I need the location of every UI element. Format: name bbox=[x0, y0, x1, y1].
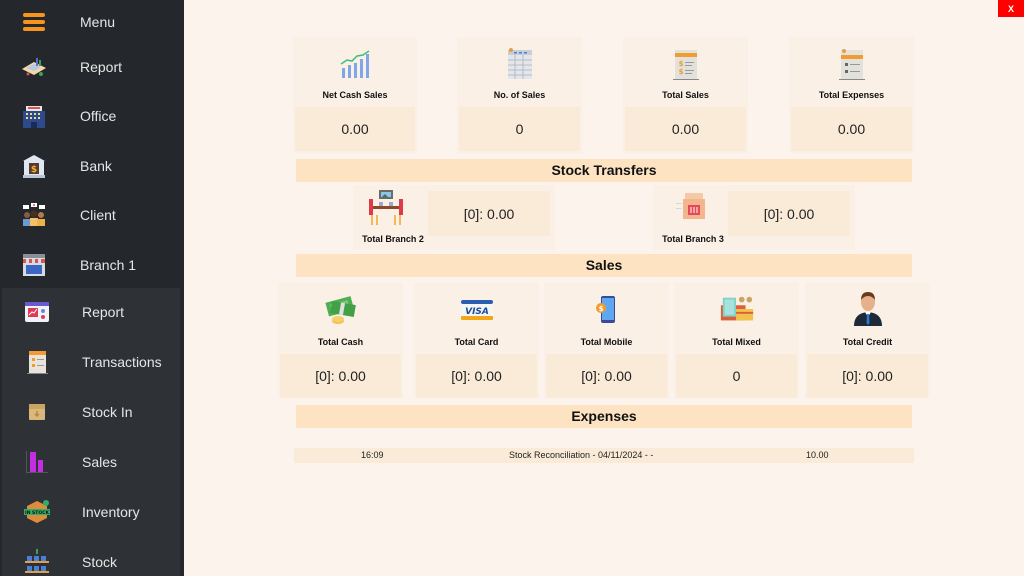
bar-chart-icon bbox=[23, 448, 51, 476]
growth-chart-icon bbox=[337, 47, 373, 83]
sidebar-subitem-report[interactable]: Report bbox=[2, 290, 180, 334]
transfer-card-branch-3: Total Branch 3 [0]: 0.00 bbox=[653, 185, 855, 250]
sidebar-item-label: Client bbox=[80, 207, 116, 223]
svg-text:VISA: VISA bbox=[465, 307, 489, 317]
card-value: [0]: 0.00 bbox=[546, 354, 667, 398]
section-header-sales: Sales bbox=[296, 254, 912, 277]
svg-text:$: $ bbox=[678, 60, 683, 68]
sidebar-item-label: Inventory bbox=[82, 504, 140, 520]
card-value: 0.00 bbox=[625, 107, 746, 151]
transfer-label: Total Branch 3 bbox=[662, 234, 724, 244]
sidebar-item-label: Transactions bbox=[82, 354, 162, 370]
sidebar-item-label: Office bbox=[80, 108, 117, 124]
sidebar-item-client[interactable]: Client bbox=[0, 193, 184, 237]
card-label: Total Mobile bbox=[580, 337, 633, 347]
card-value: [0]: 0.00 bbox=[280, 354, 401, 398]
inventory-stock-icon: IN STOCK bbox=[23, 498, 51, 526]
dining-table-icon bbox=[367, 189, 407, 227]
card-value: 0 bbox=[676, 354, 797, 398]
expense-time: 16:09 bbox=[361, 450, 384, 460]
client-group-icon bbox=[20, 201, 48, 229]
person-credit-icon bbox=[850, 290, 886, 326]
card-label: Total Expenses bbox=[818, 90, 885, 100]
sidebar-subitem-inventory[interactable]: IN STOCK Inventory bbox=[2, 490, 180, 534]
sales-card-total-mixed: Total Mixed 0 bbox=[674, 282, 799, 398]
section-header-stock-transfers: Stock Transfers bbox=[296, 159, 912, 182]
report-chart-icon bbox=[23, 298, 51, 326]
section-header-expenses: Expenses bbox=[296, 405, 912, 428]
box-icon bbox=[23, 398, 51, 426]
branch-submenu: Report Transactions Stock In Sales IN ST… bbox=[2, 288, 180, 576]
card-label: Total Cash bbox=[317, 337, 364, 347]
svg-text:IN STOCK: IN STOCK bbox=[25, 510, 49, 516]
sidebar-item-label: Sales bbox=[82, 454, 118, 470]
card-label: Net Cash Sales bbox=[322, 90, 388, 100]
sidebar-subitem-stock[interactable]: Stock bbox=[2, 540, 180, 576]
sidebar-subitem-sales[interactable]: Sales bbox=[2, 440, 180, 484]
office-building-icon bbox=[20, 102, 48, 130]
card-value: [0]: 0.00 bbox=[416, 354, 537, 398]
mixed-payment-icon bbox=[719, 292, 755, 328]
sales-card-total-cash: Total Cash [0]: 0.00 bbox=[278, 282, 403, 398]
invoice-dollar-icon: $ $ bbox=[668, 46, 704, 82]
sidebar-item-label: Bank bbox=[80, 158, 112, 174]
summary-card-total-sales: $ $ Total Sales 0.00 bbox=[623, 37, 748, 153]
store-icon bbox=[20, 251, 48, 279]
cash-icon bbox=[323, 292, 359, 328]
transfer-label: Total Branch 2 bbox=[362, 234, 424, 244]
sidebar-item-menu[interactable]: Menu bbox=[0, 0, 184, 44]
summary-card-no-of-sales: No. of Sales 0 bbox=[457, 37, 582, 153]
svg-text:$: $ bbox=[31, 165, 37, 175]
sidebar-item-label: Report bbox=[82, 304, 125, 320]
card-label: Total Sales bbox=[662, 90, 709, 100]
sidebar-item-label: Report bbox=[80, 59, 123, 75]
visa-card-icon: VISA bbox=[459, 292, 495, 328]
sidebar-item-label: Menu bbox=[80, 14, 116, 30]
expense-amount: 10.00 bbox=[806, 450, 829, 460]
sales-card-total-card: VISA Total Card [0]: 0.00 bbox=[414, 282, 539, 398]
card-label: Total Mixed bbox=[712, 337, 761, 347]
report-map-icon bbox=[20, 53, 48, 81]
card-value: 0 bbox=[459, 107, 580, 151]
sidebar-item-office[interactable]: Office bbox=[0, 94, 184, 138]
expense-row[interactable]: 16:09 Stock Reconciliation - 04/11/2024 … bbox=[294, 448, 914, 463]
sidebar: Menu Report Office $ Bank Client Branch … bbox=[0, 0, 184, 576]
sidebar-item-label: Stock In bbox=[82, 404, 133, 420]
sidebar-item-report[interactable]: Report bbox=[0, 45, 184, 89]
summary-card-total-expenses: Total Expenses 0.00 bbox=[789, 37, 914, 153]
card-value: 0.00 bbox=[791, 107, 912, 151]
card-value: 0.00 bbox=[295, 107, 415, 151]
expense-description: Stock Reconciliation - 04/11/2024 - - bbox=[509, 450, 654, 460]
svg-text:$: $ bbox=[598, 305, 603, 313]
sales-card-total-credit: Total Credit [0]: 0.00 bbox=[805, 282, 930, 398]
food-bag-icon bbox=[675, 189, 715, 227]
summary-card-net-cash-sales: Net Cash Sales 0.00 bbox=[293, 37, 417, 153]
card-value: [0]: 0.00 bbox=[807, 354, 928, 398]
close-button[interactable]: X bbox=[998, 0, 1024, 17]
sidebar-item-label: Branch 1 bbox=[80, 257, 137, 273]
expense-doc-icon bbox=[834, 46, 870, 82]
sales-card-total-mobile: $ Total Mobile [0]: 0.00 bbox=[544, 282, 669, 398]
mobile-pay-icon: $ bbox=[589, 292, 625, 328]
sidebar-item-bank[interactable]: $ Bank bbox=[0, 144, 184, 188]
svg-text:$: $ bbox=[678, 68, 683, 76]
card-label: No. of Sales bbox=[493, 90, 546, 100]
sidebar-item-branch-1[interactable]: Branch 1 bbox=[0, 243, 184, 287]
card-label: Total Card bbox=[454, 337, 499, 347]
transfer-card-branch-2: Total Branch 2 [0]: 0.00 bbox=[353, 185, 555, 250]
sidebar-item-label: Stock bbox=[82, 554, 118, 570]
sidebar-subitem-transactions[interactable]: Transactions bbox=[2, 340, 180, 384]
transactions-doc-icon bbox=[23, 348, 51, 376]
card-label: Total Credit bbox=[842, 337, 893, 347]
sidebar-subitem-stock-in[interactable]: Stock In bbox=[2, 390, 180, 434]
spreadsheet-icon bbox=[502, 46, 538, 82]
transfer-value: [0]: 0.00 bbox=[428, 191, 550, 236]
shelf-icon bbox=[23, 548, 51, 576]
hamburger-icon bbox=[20, 8, 48, 36]
bank-icon: $ bbox=[20, 152, 48, 180]
transfer-value: [0]: 0.00 bbox=[728, 191, 850, 236]
